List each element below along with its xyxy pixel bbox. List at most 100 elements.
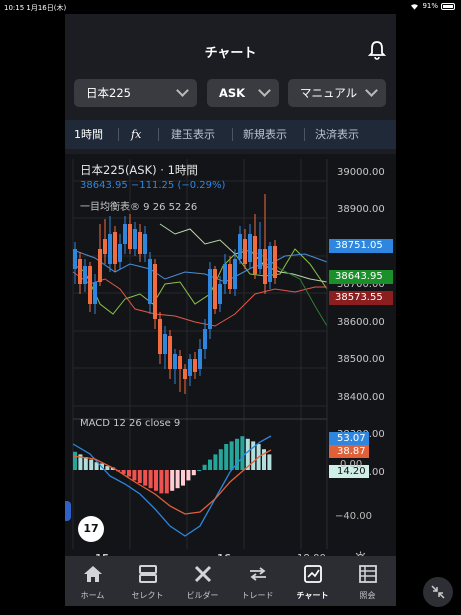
tab-label: ビルダー	[186, 591, 219, 600]
macd-tag: 38.87	[329, 445, 369, 458]
toolbar-position-button[interactable]: 建玉表示	[171, 120, 215, 149]
chart-toolbar: 1時間 𝑓x 建玉表示 新規表示 決済表示	[65, 120, 396, 149]
tab-chart[interactable]: チャート	[285, 556, 340, 606]
candle-body	[268, 246, 272, 282]
tab-label: トレード	[241, 591, 274, 600]
candle-body	[193, 359, 197, 372]
divider	[118, 128, 119, 141]
macd-histogram-bar	[127, 470, 131, 477]
page-title: チャート	[204, 46, 257, 61]
divider	[158, 128, 159, 141]
price-tag: 38643.95	[329, 270, 393, 284]
macd-axis-label-zero: 0.00	[340, 459, 363, 470]
ichimoku-indicator-label[interactable]: 一目均衡表® 9 26 52 26	[80, 198, 197, 213]
candle-body	[148, 259, 152, 304]
candle-body	[273, 246, 277, 278]
candle-body	[78, 259, 82, 284]
selector-row: 日本225 ASK マニュアル	[65, 79, 396, 109]
candle-body	[143, 234, 147, 254]
candle-body	[128, 224, 132, 249]
chart-area[interactable]: 日本225(ASK) · 1時間 38643.95 −111.25 (−0.29…	[65, 154, 396, 564]
macd-histogram-bar	[148, 470, 153, 489]
macd-histogram-bar	[170, 470, 175, 491]
candle-body	[218, 284, 222, 304]
status-right: 91%	[410, 2, 455, 10]
indicator-fx-button[interactable]: 𝑓x	[131, 120, 141, 149]
price-axis-label: 38400.00	[337, 392, 385, 403]
candle-body	[203, 329, 207, 349]
macd-histogram-bar	[73, 451, 77, 470]
side-select[interactable]: ASK	[207, 79, 279, 107]
macd-histogram-bar	[224, 444, 229, 470]
macd-label[interactable]: MACD 12 26 close 9	[80, 418, 180, 429]
candlesticks	[73, 194, 277, 394]
candle-body	[253, 236, 257, 274]
macd-histogram-bar	[186, 470, 191, 481]
mode-select[interactable]: マニュアル	[288, 79, 386, 107]
chevron-down-icon	[176, 84, 189, 97]
macd-histogram-bar	[105, 466, 110, 470]
price-change-info: 38643.95 −111.25 (−0.29%)	[80, 180, 226, 191]
toolbar-new-button[interactable]: 新規表示	[243, 120, 287, 149]
chart-app: チャート 日本225 ASK マニュアル 1時間 𝑓x 建玉表示 新規表示 決済…	[65, 14, 396, 606]
chevron-down-icon	[365, 84, 378, 97]
candle-body	[163, 334, 167, 354]
candle-body	[118, 244, 122, 262]
select-icon	[139, 565, 157, 583]
tradingview-logo[interactable]: 17	[78, 516, 104, 542]
tab-select[interactable]: セレクト	[120, 556, 175, 606]
status-time-date: 10:15 1月16日(木)	[4, 4, 67, 12]
macd-histogram	[73, 436, 272, 494]
candle-body	[228, 264, 232, 289]
candle-body	[258, 249, 262, 269]
tab-home[interactable]: ホーム	[65, 556, 120, 606]
candle-body	[108, 234, 112, 264]
bell-icon[interactable]	[368, 40, 386, 60]
macd-histogram-bar	[159, 470, 164, 494]
tab-trade[interactable]: トレード	[230, 556, 285, 606]
candle-body	[73, 249, 77, 269]
macd-histogram-bar	[137, 470, 142, 483]
list-icon	[359, 565, 377, 583]
candle-body	[198, 349, 202, 369]
app-header: チャート	[65, 14, 396, 76]
candle-body	[133, 229, 137, 249]
macd-histogram-bar	[89, 459, 94, 470]
candle-body	[178, 356, 182, 369]
candle-body	[168, 336, 172, 369]
macd-histogram-bar	[197, 470, 202, 471]
candle-body	[83, 266, 87, 284]
macd-histogram-bar	[181, 470, 185, 486]
candle-body	[213, 269, 217, 309]
tab-builder[interactable]: ビルダー	[175, 556, 230, 606]
ichimoku-line-red	[72, 271, 327, 327]
tools-icon	[194, 565, 212, 583]
symbol-select-value: 日本225	[86, 86, 131, 100]
price-axis-label: 38900.00	[337, 204, 385, 215]
tab-label: チャート	[296, 591, 329, 600]
battery-icon	[441, 2, 455, 10]
interval-button[interactable]: 1時間	[74, 120, 103, 149]
macd-histogram-bar	[83, 457, 88, 470]
mode-select-value: マニュアル	[300, 86, 358, 100]
candle-body	[183, 369, 187, 379]
candle-body	[88, 266, 92, 304]
fullscreen-toggle-button[interactable]	[423, 577, 453, 607]
side-panel-handle[interactable]	[65, 501, 71, 521]
divider	[232, 128, 233, 141]
tab-label: セレクト	[131, 591, 164, 600]
tab-inquiry[interactable]: 照会	[340, 556, 395, 606]
macd-histogram-bar	[267, 454, 272, 470]
trade-arrows-icon	[250, 567, 266, 581]
chart-icon	[304, 565, 322, 583]
candle-body	[138, 232, 142, 254]
symbol-select[interactable]: 日本225	[74, 79, 197, 107]
toolbar-settle-button[interactable]: 決済表示	[315, 120, 359, 149]
macd-axis-label-minus40: −40.00	[335, 511, 373, 522]
macd-histogram-bar	[202, 464, 207, 470]
candle-body	[173, 354, 177, 369]
price-axis-label: 38600.00	[337, 317, 385, 328]
candle-body	[158, 319, 162, 354]
candle-body	[238, 234, 242, 259]
battery-percent: 91%	[422, 2, 438, 10]
